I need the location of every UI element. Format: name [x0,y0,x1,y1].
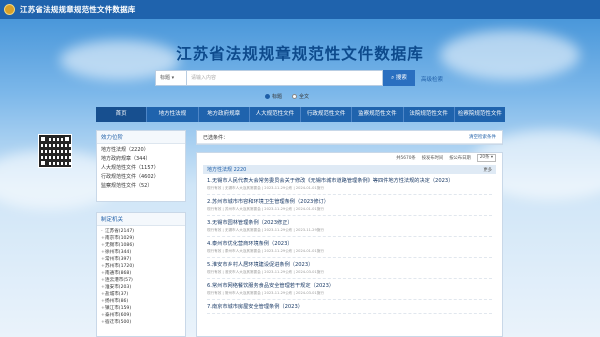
result-meta: 现行有效 | 苏州市人大及其常委会 | 2023-11-29公布 | 2024-… [207,207,324,211]
site-title: 江苏省法规规章规范性文件数据库 [20,5,136,14]
org-filter-panel: 制定机关 - 江苏省(2147) +南京市(1029) +无锡市(1086) +徐… [96,212,186,337]
qr-pattern [39,135,71,167]
result-title[interactable]: 2.苏州市城市市容和环境卫生管理条例（2023修订） [207,198,492,205]
search-icon: ⌕ [391,75,395,81]
result-meta: 现行有效 | 泰州市人大及其常委会 | 2023-11-29公布 | 2024-… [207,249,324,253]
org-filter-title: 制定机关 [97,213,185,226]
clear-filters-link[interactable]: 清空检索条件 [469,134,496,140]
scope-filter-item[interactable]: 监察规范性文件（52） [101,182,181,191]
result-meta: 现行有效 | 无锡市人大及其常委会 | 2023-11-29公布 | 2024-… [207,186,324,190]
nav-tab-gov-rules[interactable]: 地方政府规章 [199,107,250,122]
result-title[interactable]: 4.泰州市优化营商环境条例（2023） [207,240,492,247]
scope-filter-title: 效力位阶 [97,131,185,144]
org-filter-item[interactable]: +徐州市(344) [101,249,181,256]
result-meta: 现行有效 | 常州市人大及其常委会 | 2023-11-29公布 | 2024-… [207,291,324,295]
nav-tab-home[interactable]: 首页 [96,107,148,122]
org-filter-item[interactable]: +连云港市(57) [101,277,181,284]
nav-tab-admin-documents[interactable]: 行政规范性文件 [301,107,353,122]
nav-tab-supervision-documents[interactable]: 监察规范性文件 [352,107,404,122]
org-filter-item[interactable]: +淮安市(203) [101,284,181,291]
org-filter-item[interactable]: +苏州市(1720) [101,263,181,270]
top-header-bar: 江苏省法规规章规范性文件数据库 [0,0,600,19]
category-header: 地方性法规 2220 更多 [203,165,496,174]
org-filter-item[interactable]: +泰州市(609) [101,312,181,319]
nav-tab-npc-documents[interactable]: 人大规范性文件 [250,107,301,122]
nav-tab-court-documents[interactable]: 法院规范性文件 [404,107,455,122]
org-filter-item[interactable]: +南京市(1029) [101,235,181,242]
radio-selected-icon [265,94,270,99]
scope-filter-item[interactable]: 地方性法规（2220） [101,146,181,155]
radio-fulltext[interactable]: 全文 [292,93,309,100]
radio-title[interactable]: 标题 [265,93,282,100]
qr-finder [39,159,47,167]
org-filter-item[interactable]: +宿迁市(500) [101,319,181,326]
main-nav: 首页 地方性法规 地方政府规章 人大规范性文件 行政规范性文件 监察规范性文件 … [96,107,505,122]
result-meta: 现行有效 | 无锡市人大及其常委会 | 2023-11-29公布 | 2023-… [207,228,324,232]
result-meta: 现行有效 | 淮安市人大及其常委会 | 2023-11-29公布 | 2024-… [207,270,324,274]
category-title: 地方性法规 2220 [207,167,247,173]
result-title[interactable]: 3.无锡市园林管理条例（2023修正） [207,219,492,226]
result-item: 1.无锡市人民代表大会常务委员会关于修改《无锡市城市道路管理条例》等四件地方性法… [207,174,492,195]
search-scope-select[interactable]: 标题 ▾ [155,70,187,86]
org-filter-item[interactable]: +镇江市(159) [101,305,181,312]
result-title[interactable]: 7.南京市城市房屋安全管理条例（2023） [207,303,492,310]
org-filter-item[interactable]: +南通市(868) [101,270,181,277]
nav-tab-procuratorate-documents[interactable]: 检察院规范性文件 [455,107,505,122]
page-size-select[interactable]: 20条 ▾ [476,154,496,162]
page-title: 江苏省法规规章规范性文件数据库 [176,45,424,63]
scope-filter-item[interactable]: 行政规范性文件（4602） [101,173,181,182]
scope-filter-item[interactable]: 人大规范性文件（1157） [101,164,181,173]
sort-by-publish[interactable]: 按发布时间 [422,155,443,161]
selected-filters-bar: 已选条件： 清空检索条件 [196,130,503,145]
org-filter-item[interactable]: +盐城市(37) [101,291,181,298]
sort-by-date[interactable]: 按公布日期 [449,155,470,161]
qr-finder [63,135,71,143]
search-input[interactable]: 请输入内容 [187,70,383,86]
org-filter-item[interactable]: +扬州市(86) [101,298,181,305]
org-filter-item[interactable]: +无锡市(1086) [101,242,181,249]
results-panel: 共5670条 按发布时间 按公布日期 20条 ▾ 地方性法规 2220 更多 1… [196,152,503,337]
emblem-icon [4,4,15,15]
sort-bar: 共5670条 按发布时间 按公布日期 20条 ▾ [197,153,502,163]
qr-code [38,134,72,168]
result-item: 3.无锡市园林管理条例（2023修正） 现行有效 | 无锡市人大及其常委会 | … [207,216,492,237]
result-title[interactable]: 5.淮安市乡村人居环境建设促进条例（2023） [207,261,492,268]
org-filter-item[interactable]: - 江苏省(2147) [101,228,181,235]
result-title[interactable]: 6.常州市网络餐饮服务食品安全管理若干规定（2023） [207,282,492,289]
org-filter-item[interactable]: +常州市(397) [101,256,181,263]
result-item: 5.淮安市乡村人居环境建设促进条例（2023） 现行有效 | 淮安市人大及其常委… [207,258,492,279]
advanced-search-link[interactable]: 高级检索 [421,75,443,83]
result-count: 共5670条 [396,156,416,161]
search-bar: 标题 ▾ 请输入内容 ⌕ 搜索 [155,70,415,86]
result-item: 4.泰州市优化营商环境条例（2023） 现行有效 | 泰州市人大及其常委会 | … [207,237,492,258]
result-item: 2.苏州市城市市容和环境卫生管理条例（2023修订） 现行有效 | 苏州市人大及… [207,195,492,216]
qr-finder [39,135,47,143]
search-button[interactable]: ⌕ 搜索 [383,70,415,86]
result-item: 7.南京市城市房屋安全管理条例（2023） [207,300,492,314]
more-link[interactable]: 更多 [483,167,492,173]
nav-tab-local-regulations[interactable]: 地方性法规 [147,107,199,122]
scope-filter-item[interactable]: 地方政府规章（344） [101,155,181,164]
result-title[interactable]: 1.无锡市人民代表大会常务委员会关于修改《无锡市城市道路管理条例》等四件地方性法… [207,177,492,184]
selected-filters-label: 已选条件： [203,134,229,141]
result-item: 6.常州市网络餐饮服务食品安全管理若干规定（2023） 现行有效 | 常州市人大… [207,279,492,300]
search-mode-radios: 标题 全文 [265,93,309,100]
scope-filter-panel: 效力位阶 地方性法规（2220） 地方政府规章（344） 人大规范性文件（115… [96,130,186,202]
radio-unselected-icon [292,94,298,99]
